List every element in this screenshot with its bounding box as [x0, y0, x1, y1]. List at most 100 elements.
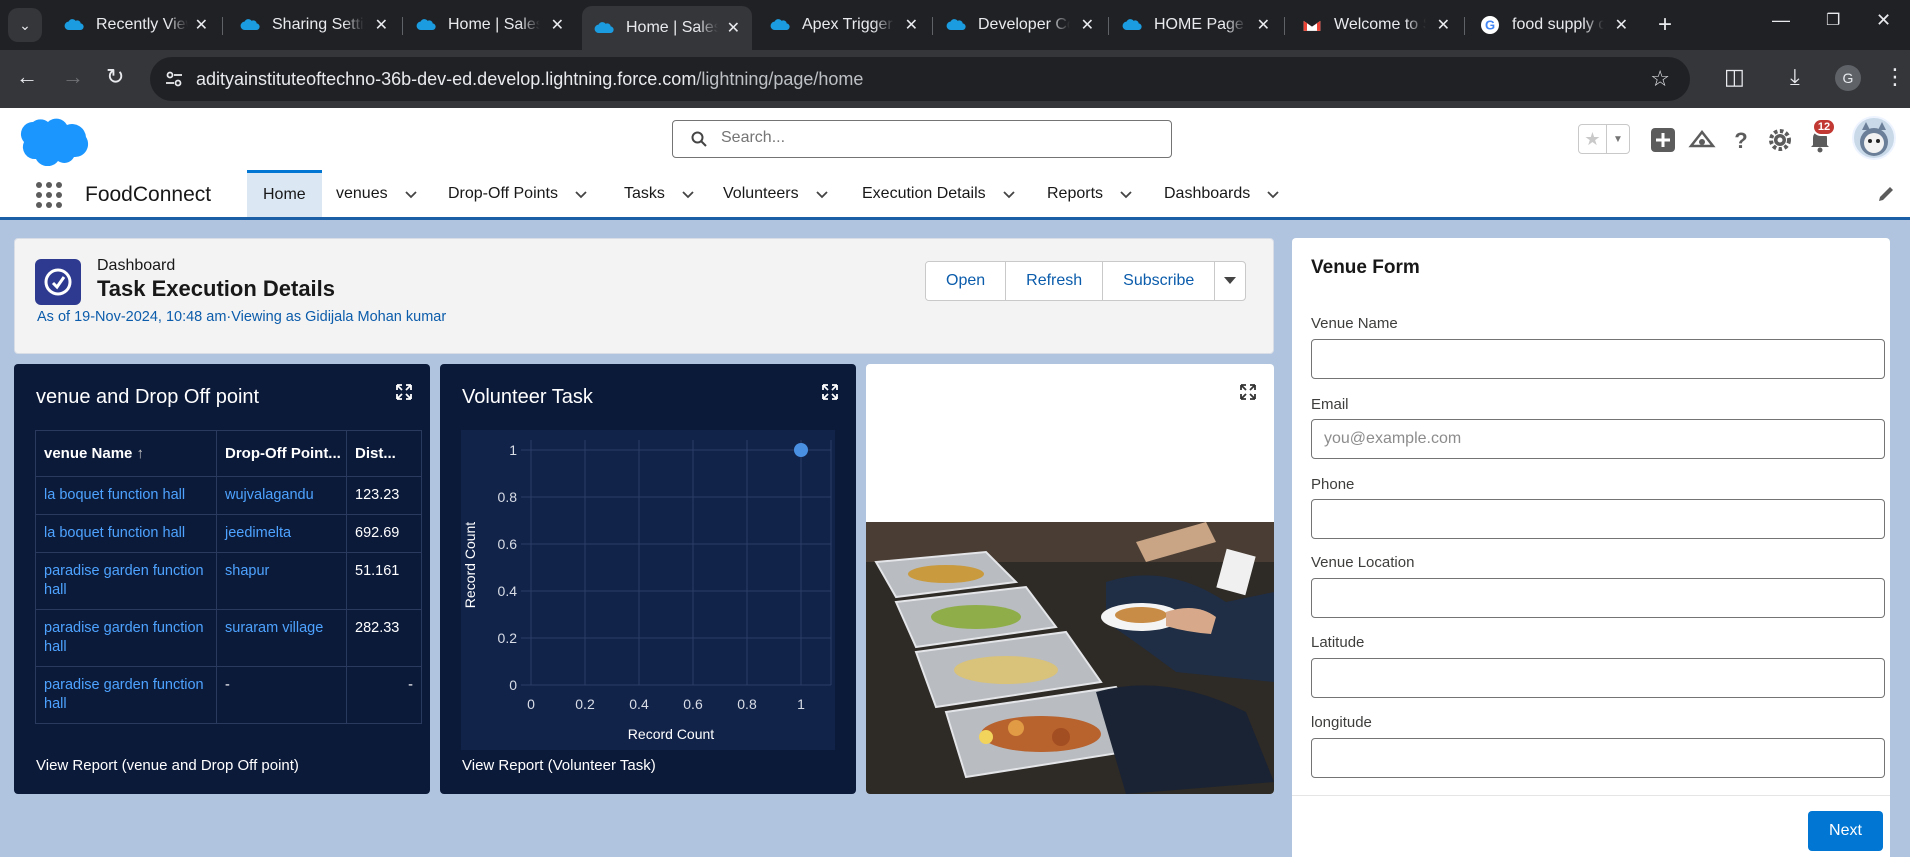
venue-link[interactable]: paradise garden function hall	[35, 552, 217, 610]
open-button[interactable]: Open	[926, 262, 1007, 300]
global-actions-icon[interactable]	[1649, 126, 1677, 154]
x-tick-label: 0.8	[737, 696, 757, 712]
browser-tab[interactable]: Recently Viewed ✕	[52, 7, 220, 43]
expand-icon[interactable]	[1240, 384, 1256, 400]
chevron-down-icon[interactable]	[1266, 187, 1280, 201]
bookmark-star-icon[interactable]: ☆	[1650, 66, 1670, 92]
venue-link[interactable]: la boquet function hall	[35, 476, 217, 515]
column-header[interactable]: Drop-Off Point...	[216, 430, 347, 477]
close-icon[interactable]: ✕	[551, 15, 564, 35]
venue-link[interactable]: paradise garden function hall	[35, 666, 217, 724]
nav-item-dashboards[interactable]: Dashboards	[1164, 170, 1280, 217]
nav-item-volunteers[interactable]: Volunteers	[723, 170, 829, 217]
dashboard-gauge-icon	[35, 259, 81, 305]
latitude-field[interactable]	[1311, 658, 1885, 698]
view-report-link[interactable]: View Report (Volunteer Task)	[462, 757, 656, 774]
dropoff-link[interactable]: shapur	[216, 552, 347, 610]
y-tick-label: 1	[509, 442, 517, 458]
browser-tab-active[interactable]: Home | Salesforce ✕	[582, 6, 752, 50]
profile-avatar[interactable]: G	[1835, 65, 1861, 91]
salesforce-logo[interactable]	[18, 114, 92, 166]
nav-item-execution-details[interactable]: Execution Details	[862, 170, 1016, 217]
scatter-point[interactable]	[794, 443, 808, 457]
phone-field[interactable]	[1311, 499, 1885, 539]
dropoff-link[interactable]: wujvalagandu	[216, 476, 347, 515]
favorites-dropdown-icon[interactable]: ▼	[1607, 125, 1629, 153]
tab-separator	[1108, 17, 1109, 35]
distance-cell: -	[346, 666, 422, 724]
chevron-down-icon[interactable]	[681, 187, 695, 201]
site-info-icon[interactable]	[164, 69, 184, 89]
volunteer-task-widget: Volunteer Task 0 0.2 0.4 0.6 0.8 1 0 0.2 0.4 0.6…	[440, 364, 856, 794]
close-icon[interactable]: ✕	[905, 15, 918, 35]
tab-search-button[interactable]: ⌄	[8, 8, 42, 42]
close-icon[interactable]: ✕	[375, 15, 388, 35]
address-bar[interactable]: adityainstituteoftechno-36b-dev-ed.devel…	[150, 57, 1690, 101]
edit-nav-pencil-icon[interactable]	[1876, 184, 1896, 204]
expand-icon[interactable]	[822, 384, 838, 400]
venue-link[interactable]: paradise garden function hall	[35, 609, 217, 667]
favorites-star-icon[interactable]: ★	[1579, 125, 1607, 153]
reload-icon[interactable]: ↻	[106, 64, 124, 90]
browser-tab[interactable]: Welcome to Salesforce ✕	[1290, 7, 1462, 43]
distance-cell: 692.69	[346, 514, 422, 553]
dropoff-cell: -	[216, 666, 347, 724]
venue-location-field[interactable]	[1311, 578, 1885, 618]
next-button[interactable]: Next	[1808, 811, 1883, 851]
user-avatar[interactable]	[1852, 116, 1896, 160]
more-actions-dropdown[interactable]	[1215, 262, 1245, 300]
close-icon[interactable]: ✕	[1437, 15, 1450, 35]
venue-link[interactable]: la boquet function hall	[35, 514, 217, 553]
view-report-link[interactable]: View Report (venue and Drop Off point)	[36, 757, 299, 774]
chevron-down-icon[interactable]	[574, 187, 588, 201]
dashboard-title: Task Execution Details	[97, 276, 336, 301]
extensions-icon[interactable]: ◫	[1724, 64, 1745, 90]
venue-form-panel: Venue Form Venue Name Email Phone Venue …	[1292, 238, 1890, 857]
chevron-down-icon[interactable]	[1119, 187, 1133, 201]
nav-item-drop-off-points[interactable]: Drop-Off Points	[448, 170, 588, 217]
browser-tab[interactable]: Developer Console ✕	[934, 7, 1106, 43]
global-search[interactable]	[672, 120, 1172, 158]
tab-label: Developer Console	[978, 16, 1070, 33]
refresh-button[interactable]: Refresh	[1006, 262, 1104, 300]
chevron-down-icon[interactable]	[404, 187, 418, 201]
browser-tab[interactable]: Sharing Settings ✕	[228, 7, 400, 43]
longitude-field[interactable]	[1311, 738, 1885, 778]
close-window-icon[interactable]: ✕	[1876, 10, 1891, 31]
subscribe-button[interactable]: Subscribe	[1103, 262, 1216, 300]
close-icon[interactable]: ✕	[1081, 15, 1094, 35]
browser-menu-icon[interactable]: ⋮	[1884, 64, 1906, 90]
new-tab-button[interactable]: +	[1650, 8, 1680, 42]
browser-tab[interactable]: G food supply chain ✕	[1468, 7, 1640, 43]
close-icon[interactable]: ✕	[727, 18, 740, 38]
setup-gear-icon[interactable]	[1766, 126, 1794, 154]
chevron-down-icon[interactable]	[815, 187, 829, 201]
browser-tab[interactable]: Home | Salesforce ✕	[404, 7, 576, 43]
nav-item-tasks[interactable]: Tasks	[624, 170, 695, 217]
search-input[interactable]	[721, 129, 1151, 147]
dropoff-link[interactable]: jeedimelta	[216, 514, 347, 553]
venue-name-field[interactable]	[1311, 339, 1885, 379]
column-header[interactable]: Dist...	[346, 430, 422, 477]
back-icon[interactable]: ←	[16, 64, 38, 90]
email-field[interactable]	[1311, 419, 1885, 459]
forward-icon[interactable]: →	[62, 64, 84, 90]
close-icon[interactable]: ✕	[1257, 15, 1270, 35]
column-header[interactable]: venue Name ↑	[35, 430, 217, 477]
close-icon[interactable]: ✕	[195, 15, 208, 35]
minimize-icon[interactable]: —	[1772, 10, 1790, 31]
expand-icon[interactable]	[396, 384, 412, 400]
download-icon[interactable]: ⤓	[1790, 64, 1800, 90]
chevron-down-icon[interactable]	[1002, 187, 1016, 201]
app-launcher-icon[interactable]	[36, 182, 62, 208]
browser-tab[interactable]: Apex Triggers ✕	[758, 7, 930, 43]
nav-item-venues[interactable]: venues	[336, 170, 418, 217]
trailhead-icon[interactable]	[1688, 126, 1716, 154]
close-icon[interactable]: ✕	[1615, 15, 1628, 35]
nav-item-home[interactable]: Home	[247, 170, 322, 217]
nav-item-reports[interactable]: Reports	[1047, 170, 1133, 217]
dropoff-link[interactable]: suraram village	[216, 609, 347, 667]
browser-tab[interactable]: HOME Page ✕	[1110, 7, 1282, 43]
help-icon[interactable]: ?	[1727, 126, 1755, 154]
restore-icon[interactable]: ❐	[1826, 10, 1840, 30]
